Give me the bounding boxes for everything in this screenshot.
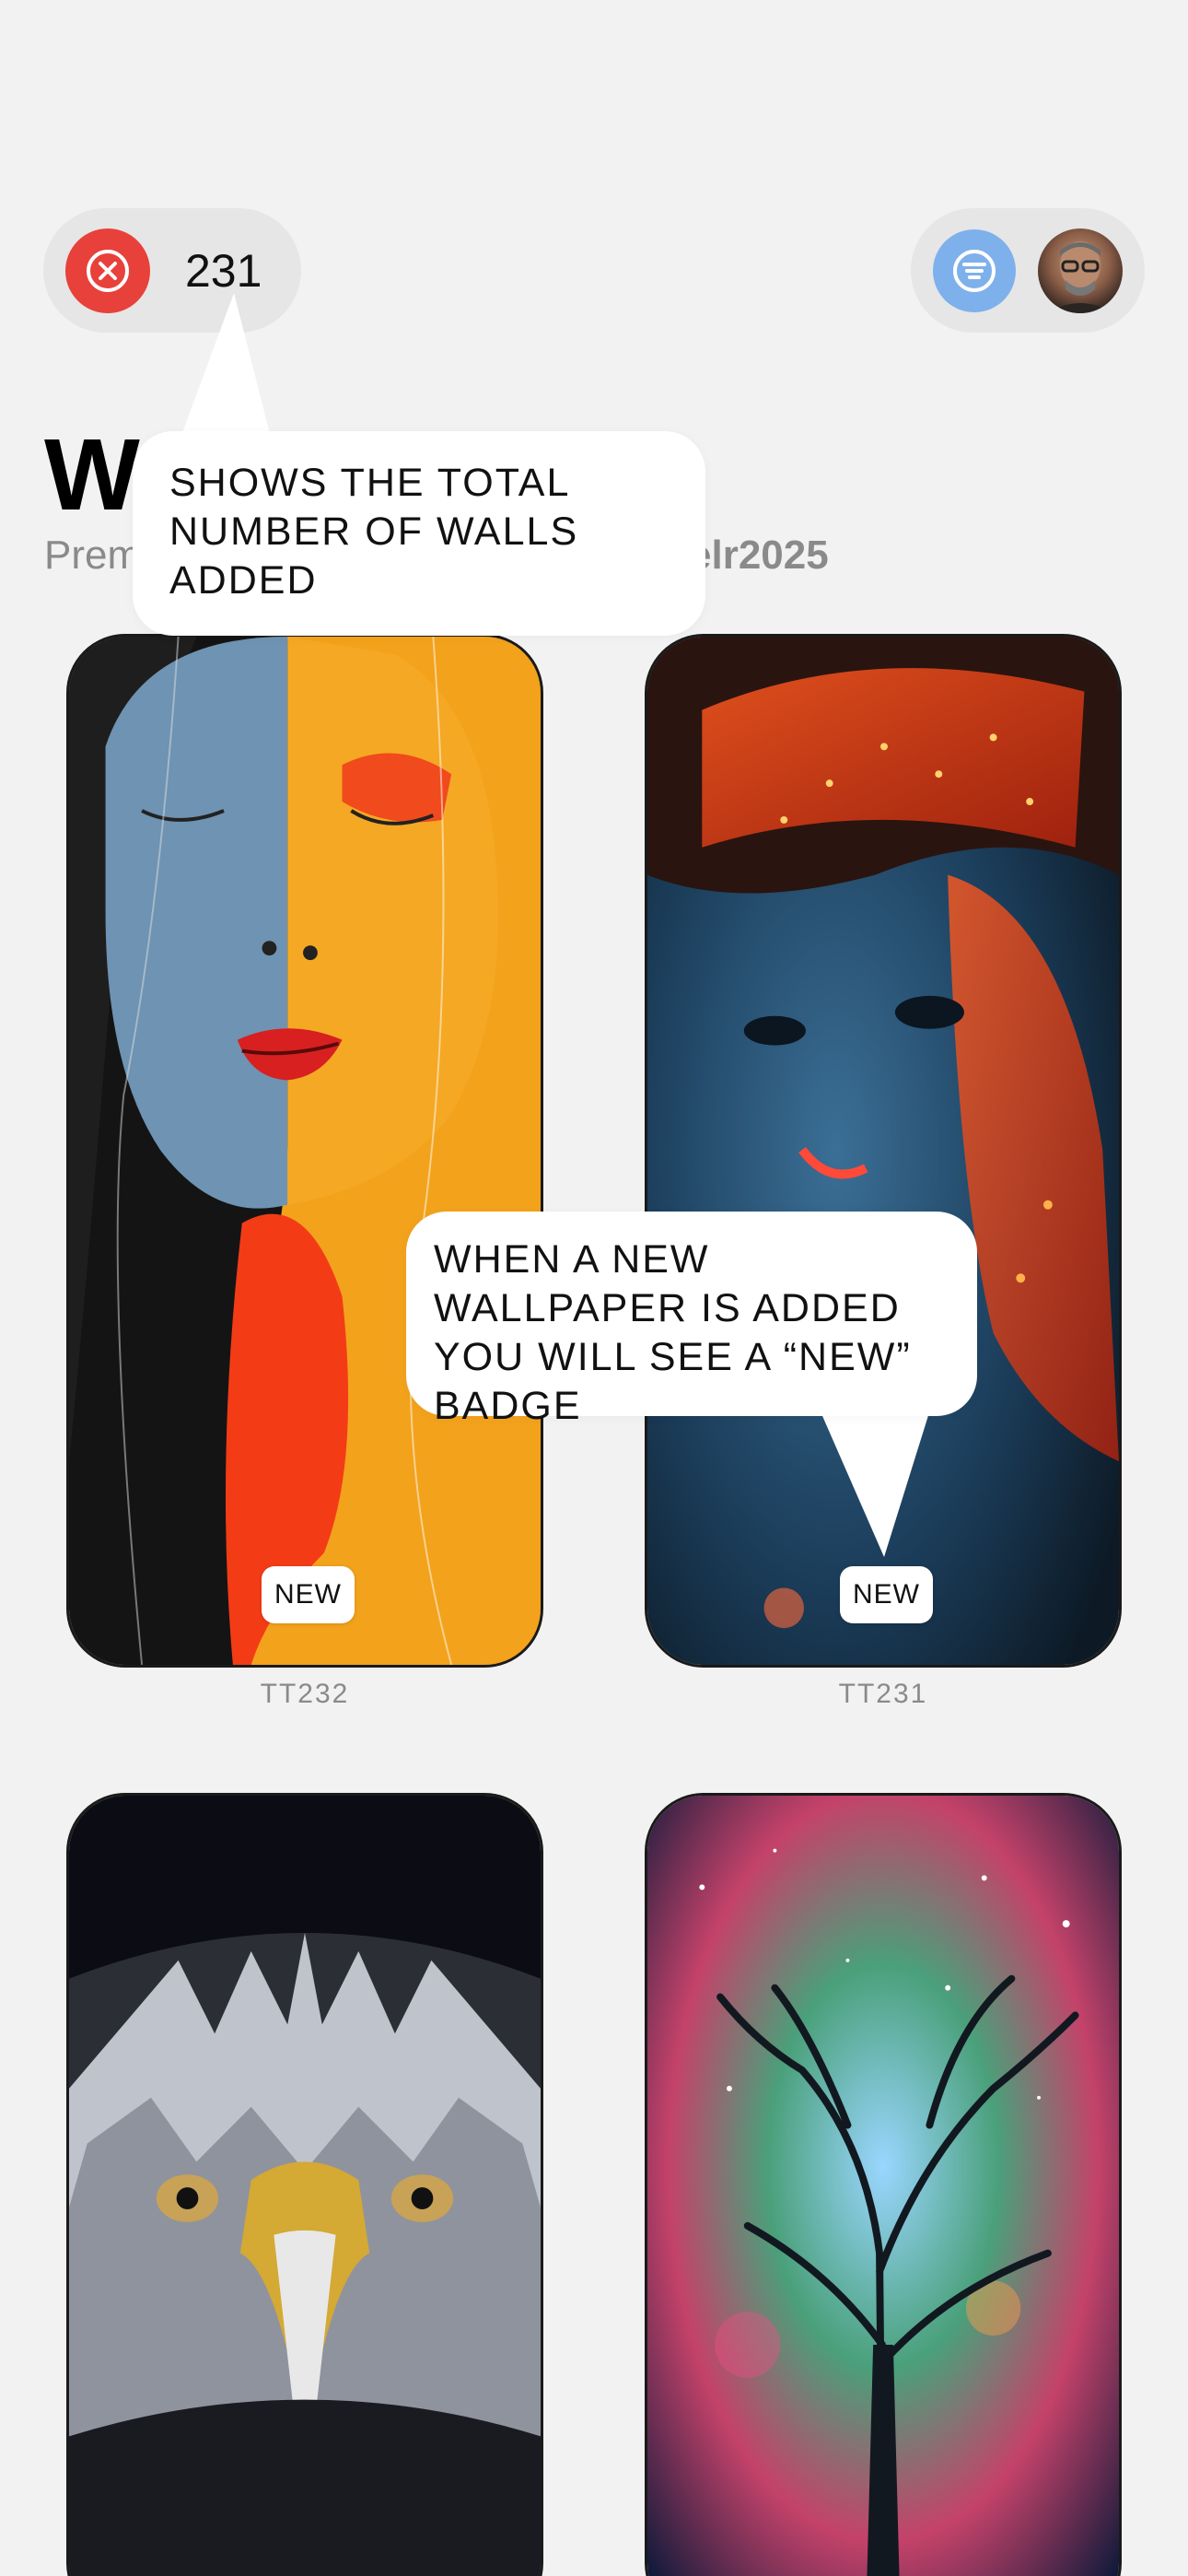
tooltip-text: SHOWS THE TOTAL NUMBER OF WALLS ADDED bbox=[169, 461, 579, 603]
tooltip-text: WHEN A NEW WALLPAPER IS ADDED YOU WILL S… bbox=[434, 1237, 912, 1428]
new-badge-tooltip: WHEN A NEW WALLPAPER IS ADDED YOU WILL S… bbox=[406, 1212, 977, 1428]
cosmic-tree-image bbox=[647, 1796, 1119, 2576]
wallpaper-code: TT232 bbox=[260, 1679, 350, 1709]
wallpaper-card[interactable] bbox=[66, 634, 543, 1668]
close-button[interactable] bbox=[65, 228, 150, 313]
page-title: W bbox=[44, 418, 140, 532]
new-badge: NEW bbox=[840, 1566, 933, 1623]
wall-count: 231 bbox=[185, 244, 262, 297]
eagle-head-image bbox=[69, 1796, 541, 2576]
split-color-face-image bbox=[69, 637, 541, 1665]
wallpaper-code: TT231 bbox=[838, 1679, 928, 1709]
filter-lines-icon bbox=[953, 249, 996, 292]
wall-count-tooltip: SHOWS THE TOTAL NUMBER OF WALLS ADDED bbox=[133, 431, 705, 636]
tooltip-arrow bbox=[820, 1410, 930, 1557]
tooltip-arrow bbox=[180, 293, 272, 440]
page-subtitle-end: elr2025 bbox=[689, 533, 829, 578]
header-actions-pill bbox=[911, 208, 1145, 333]
page-subtitle-start: Prem bbox=[44, 533, 142, 578]
wallpaper-card[interactable] bbox=[645, 1793, 1122, 2576]
filter-button[interactable] bbox=[933, 228, 1016, 312]
circle-x-icon bbox=[87, 249, 129, 292]
user-avatar[interactable] bbox=[1038, 228, 1123, 313]
avatar-portrait bbox=[1047, 240, 1113, 313]
wallpaper-card[interactable] bbox=[66, 1793, 543, 2576]
new-badge: NEW bbox=[262, 1566, 355, 1623]
